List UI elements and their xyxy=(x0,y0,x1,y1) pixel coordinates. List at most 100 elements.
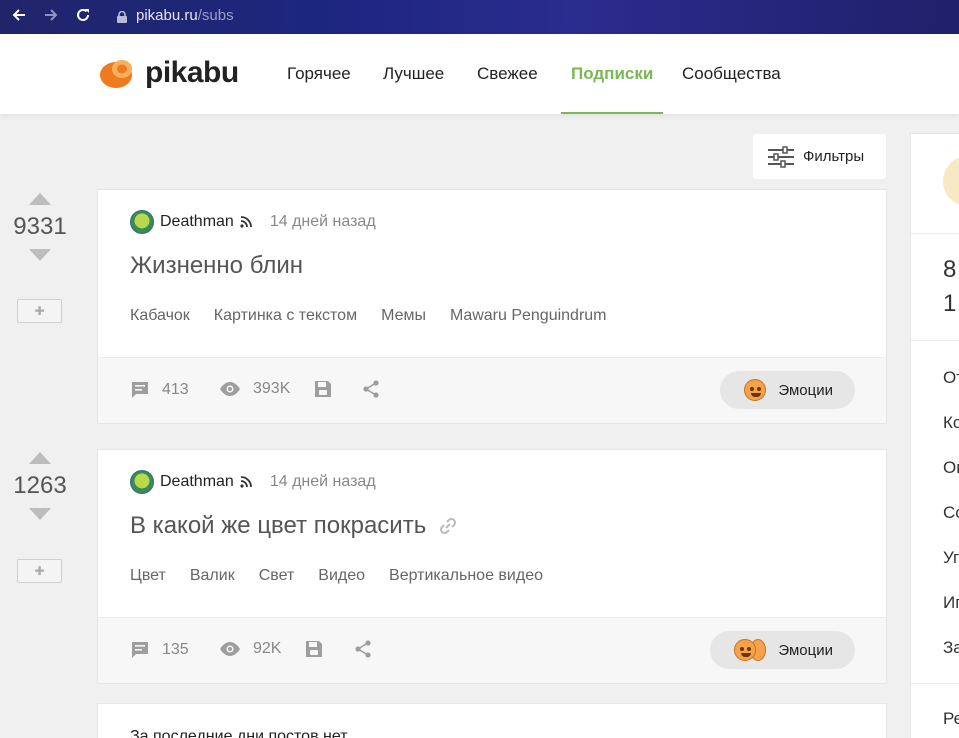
forward-arrow-icon[interactable] xyxy=(41,5,61,25)
views-stat: 92K xyxy=(219,640,281,658)
tag[interactable]: Картинка с текстом xyxy=(214,307,357,325)
nav-fresh[interactable]: Свежее xyxy=(477,64,538,114)
post-title[interactable]: Жизненно блин xyxy=(130,252,303,280)
vote-block: 9331 xyxy=(0,193,80,261)
profile-sidebar: 8 1 От Ко Оц Со Уг Иг За Ре xyxy=(910,133,959,738)
sidebar-item[interactable]: За xyxy=(943,638,959,658)
post-footer: 135 92K Эмоции xyxy=(98,617,886,683)
nav-subscriptions-label: Подписки xyxy=(571,64,654,83)
post-title-text: Жизненно блин xyxy=(130,252,304,279)
floppy-save-icon xyxy=(306,641,322,657)
logo-text: pikabu xyxy=(145,56,239,89)
tag[interactable]: Свет xyxy=(259,567,295,585)
save-stat[interactable] xyxy=(305,640,335,658)
sidebar-item[interactable]: Уг xyxy=(943,548,959,568)
sidebar-stat: 8 xyxy=(943,256,957,283)
tag[interactable]: Вертикальное видео xyxy=(389,567,543,585)
post-time: 14 дней назад xyxy=(269,473,376,490)
emotions-button[interactable]: Эмоции xyxy=(720,371,855,409)
post-card: Deathman 14 дней назад Жизненно блин Каб… xyxy=(97,189,887,424)
post-time: 14 дней назад xyxy=(269,213,376,230)
sidebar-item[interactable]: От xyxy=(943,368,959,388)
sidebar-item[interactable]: Со xyxy=(943,503,959,523)
eye-icon xyxy=(220,382,240,396)
upvote-icon[interactable] xyxy=(29,452,51,464)
post-title-text: В какой же цвет покрасить xyxy=(130,512,427,539)
lock-icon xyxy=(117,10,127,23)
post-card: Deathman 14 дней назад В какой же цвет п… xyxy=(97,449,887,684)
tag[interactable]: Кабачок xyxy=(130,307,190,325)
author-name[interactable]: Deathman xyxy=(160,213,234,231)
active-tab-underline xyxy=(561,112,664,114)
comments-stat[interactable]: 135 xyxy=(130,640,189,660)
nav-hot[interactable]: Горячее xyxy=(287,64,351,114)
eye-icon xyxy=(220,642,240,656)
downvote-icon[interactable] xyxy=(29,508,51,520)
tag[interactable]: Цвет xyxy=(130,567,166,585)
share-stat[interactable] xyxy=(362,380,392,398)
share-stat[interactable] xyxy=(354,640,384,658)
url-path: /subs xyxy=(197,7,234,24)
divider xyxy=(911,340,959,341)
author-name[interactable]: Deathman xyxy=(160,473,234,491)
comment-icon xyxy=(132,642,148,658)
sidebar-item[interactable]: Иг xyxy=(943,593,959,613)
no-posts-notice: За последние дни постов нет xyxy=(97,703,887,738)
plus-icon: ✚ xyxy=(34,304,45,318)
downvote-icon[interactable] xyxy=(29,249,51,261)
link-icon[interactable] xyxy=(438,516,458,536)
filters-label: Фильтры xyxy=(803,148,865,165)
author-avatar[interactable] xyxy=(130,470,154,494)
post-tags: Кабачок Картинка с текстом Мемы Mawaru P… xyxy=(130,307,631,325)
nav-best[interactable]: Лучшее xyxy=(383,64,444,114)
sidebar-item[interactable]: Ко xyxy=(943,413,959,433)
comments-count: 135 xyxy=(162,641,189,658)
tag[interactable]: Валик xyxy=(190,567,235,585)
browser-toolbar: pikabu.ru/subs xyxy=(0,0,959,34)
post-rating: 9331 xyxy=(13,213,67,240)
rss-icon[interactable] xyxy=(240,216,252,228)
vote-block: 1263 xyxy=(0,452,80,520)
plus-icon: ✚ xyxy=(34,564,45,578)
nav-subscriptions[interactable]: Подписки xyxy=(561,64,664,114)
sidebar-stat: 1 xyxy=(943,290,957,317)
share-icon xyxy=(363,380,379,398)
save-post-button[interactable]: ✚ xyxy=(17,299,62,323)
emotions-label: Эмоции xyxy=(778,641,833,659)
views-count: 393K xyxy=(253,380,291,397)
filters-button[interactable]: Фильтры xyxy=(753,134,886,179)
sidebar-item[interactable]: Оц xyxy=(943,458,959,478)
views-count: 92K xyxy=(253,640,282,657)
tag[interactable]: Mawaru Penguindrum xyxy=(450,307,607,325)
floppy-save-icon xyxy=(315,381,331,397)
site-header: pikabu Горячее Лучшее Свежее Подписки Со… xyxy=(0,34,959,114)
upvote-icon[interactable] xyxy=(29,193,51,205)
emotions-button[interactable]: Эмоции xyxy=(710,631,855,669)
post-meta: Deathman 14 дней назад xyxy=(130,210,376,234)
save-post-button[interactable]: ✚ xyxy=(17,559,62,583)
nav-communities[interactable]: Сообщества xyxy=(682,64,781,114)
post-title[interactable]: В какой же цвет покрасить xyxy=(130,512,458,540)
back-arrow-icon[interactable] xyxy=(9,5,29,25)
emotions-label: Эмоции xyxy=(778,381,833,399)
user-avatar[interactable] xyxy=(943,156,959,206)
no-posts-text: За последние дни постов нет xyxy=(130,728,348,738)
share-icon xyxy=(355,640,371,658)
sidebar-item[interactable]: Ре xyxy=(943,709,959,729)
divider xyxy=(911,683,959,684)
tag[interactable]: Мемы xyxy=(381,307,426,325)
author-avatar[interactable] xyxy=(130,210,154,234)
address-bar[interactable]: pikabu.ru/subs xyxy=(117,7,234,24)
divider xyxy=(911,233,959,234)
comments-count: 413 xyxy=(162,381,189,398)
post-meta: Deathman 14 дней назад xyxy=(130,470,376,494)
post-tags: Цвет Валик Свет Видео Вертикальное видео xyxy=(130,567,567,585)
emoji-icon xyxy=(744,379,767,401)
comments-stat[interactable]: 413 xyxy=(130,380,189,400)
reload-icon[interactable] xyxy=(73,5,93,25)
logo[interactable]: pikabu xyxy=(99,56,239,90)
url-host: pikabu.ru xyxy=(136,7,198,24)
save-stat[interactable] xyxy=(314,380,344,398)
tag[interactable]: Видео xyxy=(318,567,365,585)
rss-icon[interactable] xyxy=(240,476,252,488)
